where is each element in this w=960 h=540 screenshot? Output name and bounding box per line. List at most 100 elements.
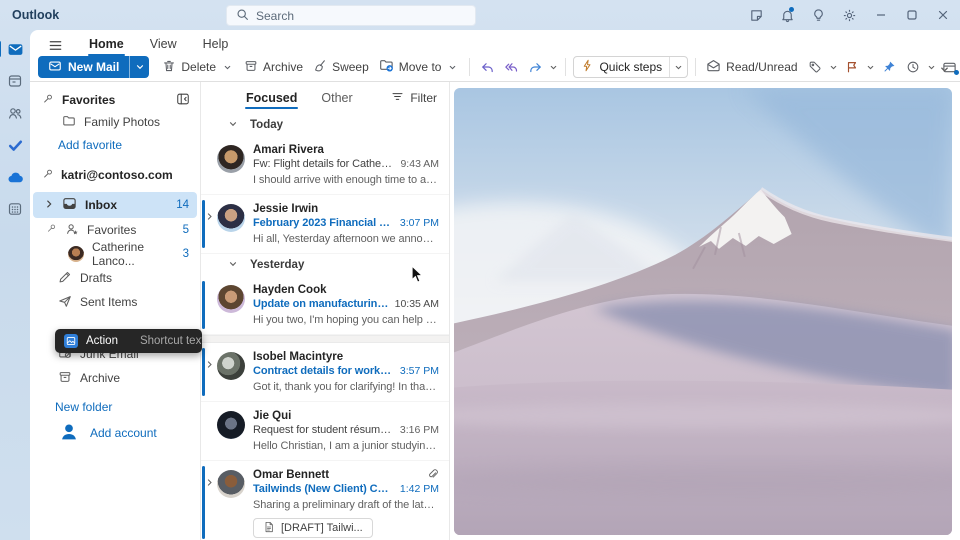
- sweep-button[interactable]: Sweep: [308, 56, 374, 79]
- tab-focused[interactable]: Focused: [245, 86, 298, 110]
- tab-help[interactable]: Help: [192, 34, 240, 55]
- expand-conversation-icon[interactable]: [205, 210, 214, 224]
- folder-pane: Favorites Family Photos Add favorite kat…: [30, 82, 200, 540]
- divider: [469, 58, 470, 76]
- folder-favorites[interactable]: Favorites 5: [33, 218, 197, 242]
- avatar: [217, 204, 245, 232]
- tag-button[interactable]: [803, 56, 827, 78]
- new-mail-dropdown[interactable]: [129, 56, 149, 78]
- rail-onedrive-icon[interactable]: [5, 167, 25, 187]
- delete-button[interactable]: Delete: [157, 56, 239, 79]
- notifications-bell-icon[interactable]: [772, 0, 803, 30]
- favorites-header: Favorites: [62, 93, 115, 107]
- add-account-button[interactable]: Add account: [30, 418, 200, 448]
- search-bar[interactable]: [226, 5, 476, 26]
- avatar: [217, 411, 245, 439]
- filter-button[interactable]: Filter: [391, 90, 437, 106]
- inbox-count: 14: [176, 199, 189, 211]
- send-later-dot: [954, 70, 959, 75]
- paperclip-icon: [427, 468, 439, 483]
- tab-other[interactable]: Other: [320, 86, 353, 110]
- notes-icon[interactable]: [741, 0, 772, 30]
- tooltip-shortcut-label: Shortcut text: [140, 335, 202, 347]
- snooze-clock-button[interactable]: [901, 56, 925, 78]
- reply-all-button[interactable]: [499, 56, 523, 78]
- group-header-today[interactable]: Today: [201, 114, 449, 136]
- action-icon: [64, 334, 78, 348]
- settings-gear-icon[interactable]: [834, 0, 865, 30]
- folder-catherine[interactable]: Catherine Lanco... 3: [33, 242, 197, 266]
- tag-dropdown[interactable]: [827, 63, 840, 72]
- flag-dropdown[interactable]: [864, 63, 877, 72]
- email-row[interactable]: Omar Bennett Tailwinds (New Client) Cont…: [201, 461, 449, 540]
- account-header[interactable]: katri@contoso.com: [61, 168, 173, 182]
- rail-people-icon[interactable]: [5, 103, 25, 123]
- expand-conversation-icon[interactable]: [205, 358, 214, 372]
- quick-steps-dropdown[interactable]: [669, 57, 687, 77]
- collapse-folder-pane-icon[interactable]: [176, 92, 190, 109]
- delete-dropdown[interactable]: [221, 63, 234, 72]
- maximize-button[interactable]: [896, 0, 927, 30]
- message-list: Focused Other Filter Today Amari Rivera …: [200, 82, 450, 540]
- read-unread-button[interactable]: Read/Unread: [701, 55, 802, 79]
- forward-dropdown[interactable]: [547, 63, 560, 72]
- app-rail: [0, 30, 30, 540]
- chevron-right-icon[interactable]: [44, 198, 54, 212]
- rail-mail-icon[interactable]: [5, 39, 25, 59]
- hamburger-menu-icon[interactable]: [42, 35, 68, 55]
- pencil-icon: [58, 270, 72, 287]
- tab-view[interactable]: View: [139, 34, 188, 55]
- expand-conversation-icon[interactable]: [205, 476, 214, 490]
- tab-home[interactable]: Home: [78, 34, 135, 55]
- move-to-button[interactable]: Move to: [374, 55, 465, 79]
- email-row[interactable]: Jessie Irwin February 2023 Financial Res…: [201, 195, 449, 254]
- close-button[interactable]: [927, 0, 958, 30]
- move-to-dropdown[interactable]: [446, 63, 459, 72]
- archive-button[interactable]: Archive: [239, 56, 308, 79]
- mail-icon: [48, 59, 62, 76]
- new-mail-button[interactable]: New Mail: [38, 56, 149, 78]
- avatar: [217, 352, 245, 380]
- email-row[interactable]: Amari Rivera Fw: Flight details for Cath…: [201, 136, 449, 195]
- people-star-icon: [65, 222, 79, 239]
- pin-icon: [46, 223, 57, 237]
- avatar: [217, 285, 245, 313]
- rail-more-apps-icon[interactable]: [5, 199, 25, 219]
- flag-button[interactable]: [840, 56, 864, 78]
- avatar: [217, 145, 245, 173]
- notification-dot: [789, 7, 794, 12]
- add-favorite-link[interactable]: Add favorite: [30, 134, 200, 156]
- folder-sent-items[interactable]: Sent Items: [33, 290, 197, 314]
- app-title: Outlook: [12, 8, 59, 22]
- quick-steps-button[interactable]: Quick steps: [573, 56, 688, 78]
- filter-icon: [391, 90, 404, 106]
- rail-todo-icon[interactable]: [5, 135, 25, 155]
- archive-box-icon: [58, 370, 72, 387]
- folder-inbox[interactable]: Inbox 14: [33, 192, 197, 218]
- catherine-count: 3: [183, 248, 189, 260]
- word-doc-icon: [263, 521, 275, 536]
- chevron-down-icon: [228, 119, 238, 132]
- email-row[interactable]: Jie Qui Request for student résumé revie…: [201, 402, 449, 461]
- attachment-chip[interactable]: [DRAFT] Tailwi...: [253, 518, 373, 538]
- search-input[interactable]: [256, 9, 466, 23]
- snooze-dropdown[interactable]: [925, 63, 938, 72]
- pin-button[interactable]: [877, 56, 901, 78]
- minimize-button[interactable]: [865, 0, 896, 30]
- folder-archive[interactable]: Archive: [33, 366, 197, 390]
- ribbon: Home View Help New Mail Delete Archive: [30, 30, 960, 82]
- chevron-down-icon: [228, 259, 238, 272]
- new-folder-link[interactable]: New folder: [30, 396, 200, 418]
- folder-drafts[interactable]: Drafts: [33, 266, 197, 290]
- forward-button[interactable]: [523, 56, 547, 78]
- send-icon: [58, 294, 72, 311]
- search-icon: [236, 8, 249, 24]
- folder-family-photos[interactable]: Family Photos: [33, 110, 197, 134]
- ribbon-collapse-chevron[interactable]: [939, 64, 950, 78]
- rail-calendar-icon[interactable]: [5, 71, 25, 91]
- inbox-icon: [62, 196, 77, 214]
- list-divider: [201, 335, 449, 343]
- reply-button[interactable]: [475, 56, 499, 78]
- tips-lightbulb-icon[interactable]: [803, 0, 834, 30]
- email-row[interactable]: Isobel Macintyre Contract details for wo…: [201, 343, 449, 402]
